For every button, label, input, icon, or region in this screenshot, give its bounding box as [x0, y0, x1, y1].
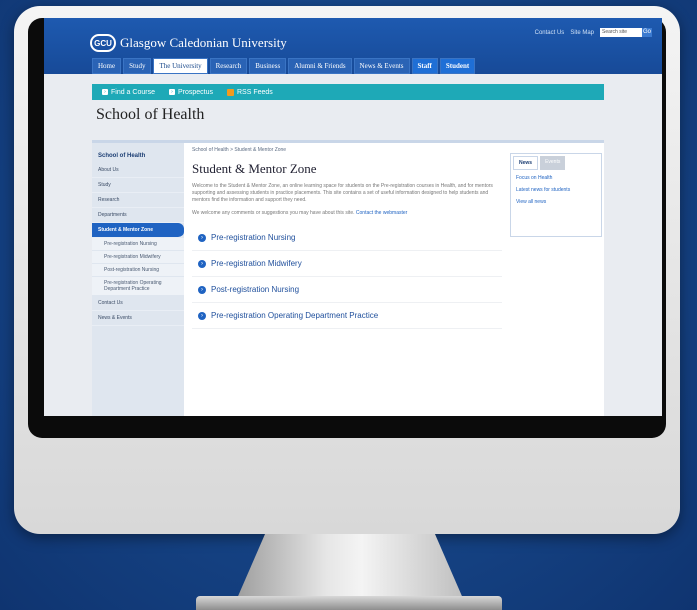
news-item[interactable]: View all news — [511, 196, 601, 208]
nav-home[interactable]: Home — [92, 58, 122, 74]
zone-label: Pre-registration Midwifery — [211, 259, 302, 268]
sidebar-subitem-nursing[interactable]: Pre-registration Nursing — [92, 238, 184, 251]
sidebar: School of Health About Us Study Research… — [92, 143, 184, 416]
sitemap-link[interactable]: Site Map — [570, 30, 594, 36]
sidebar-item-departments[interactable]: Departments — [92, 208, 184, 223]
zone-link-midwifery[interactable]: › Pre-registration Midwifery — [192, 251, 502, 277]
tab-events[interactable]: Events — [540, 156, 566, 170]
search-input[interactable]: Search site — [600, 28, 642, 37]
zone-link-post-reg[interactable]: › Post-registration Nursing — [192, 277, 502, 303]
sidebar-subitem-post-reg[interactable]: Post-registration Nursing — [92, 264, 184, 277]
main-nav: Home Study The University Research Busin… — [92, 58, 476, 74]
rss-label: RSS Feeds — [237, 88, 273, 96]
main-content: School of Health > Student & Mentor Zone… — [192, 147, 502, 329]
page-title: School of Health — [96, 106, 205, 123]
find-course-link[interactable]: › Find a Course — [102, 89, 155, 96]
nav-news-events[interactable]: News & Events — [353, 58, 410, 74]
search-button[interactable]: Go — [642, 28, 652, 37]
contact-paragraph: We welcome any comments or suggestions y… — [192, 210, 502, 217]
content-heading: Student & Mentor Zone — [192, 161, 317, 176]
arrow-icon: › — [168, 89, 175, 95]
breadcrumb[interactable]: School of Health > Student & Mentor Zone — [192, 147, 502, 153]
rss-link[interactable]: RSS Feeds — [227, 88, 273, 96]
site-name: Glasgow Caledonian University — [120, 35, 287, 50]
news-item[interactable]: Latest news for students — [511, 184, 601, 196]
contact-text: We welcome any comments or suggestions y… — [192, 210, 355, 216]
arrow-circle-icon: › — [198, 311, 206, 320]
zone-label: Pre-registration Operating Department Pr… — [211, 311, 379, 320]
content-area: School of Health About Us Study Research… — [92, 140, 604, 416]
zone-label: Pre-registration Nursing — [211, 233, 296, 242]
find-course-label: Find a Course — [111, 88, 155, 96]
nav-the-university[interactable]: The University — [153, 58, 208, 74]
sidebar-item-study[interactable]: Study — [92, 178, 184, 193]
browser-screen: GCU Glasgow Caledonian University Contac… — [44, 18, 662, 416]
site-logo[interactable]: GCU Glasgow Caledonian University — [90, 34, 287, 52]
prospectus-label: Prospectus — [177, 88, 213, 96]
sidebar-subitem-odp[interactable]: Pre-registration Operating Department Pr… — [92, 277, 184, 296]
news-item[interactable]: Focus on Health — [511, 172, 601, 184]
tab-news[interactable]: News — [513, 156, 539, 170]
arrow-icon: › — [102, 89, 108, 95]
sidebar-item-about[interactable]: About Us — [92, 163, 184, 178]
nav-alumni[interactable]: Alumni & Friends — [288, 58, 352, 74]
news-tabs: News Events — [511, 154, 601, 172]
arrow-circle-icon: › — [198, 233, 206, 242]
nav-study[interactable]: Study — [123, 58, 152, 74]
sidebar-heading[interactable]: School of Health — [92, 149, 184, 163]
rss-icon — [227, 88, 234, 96]
news-widget: News Events Focus on Health Latest news … — [510, 153, 602, 237]
site-search: Search site Go — [600, 28, 652, 37]
nav-staff[interactable]: Staff — [411, 58, 438, 74]
gcu-logo-icon: GCU — [90, 34, 116, 52]
prospectus-link[interactable]: › Prospectus — [168, 88, 213, 96]
sidebar-item-news[interactable]: News & Events — [92, 311, 184, 326]
zone-link-odp[interactable]: › Pre-registration Operating Department … — [192, 303, 502, 329]
sidebar-subitem-midwifery[interactable]: Pre-registration Midwifery — [92, 251, 184, 264]
arrow-circle-icon: › — [198, 285, 206, 294]
quicklinks-bar: › Find a Course › Prospectus RSS Feeds — [92, 84, 604, 100]
zone-list: › Pre-registration Nursing › Pre-registr… — [192, 225, 502, 329]
sidebar-item-student-mentor-zone[interactable]: Student & Mentor Zone — [92, 223, 184, 238]
utility-links: Contact Us Site Map — [535, 30, 594, 36]
monitor-base — [196, 596, 502, 610]
contact-link[interactable]: Contact Us — [535, 30, 565, 36]
zone-label: Post-registration Nursing — [211, 285, 300, 294]
arrow-circle-icon: › — [198, 259, 206, 268]
nav-student[interactable]: Student — [439, 58, 476, 74]
sidebar-item-contact[interactable]: Contact Us — [92, 296, 184, 311]
webmaster-link[interactable]: Contact the webmaster — [356, 210, 407, 216]
zone-link-nursing[interactable]: › Pre-registration Nursing — [192, 225, 502, 251]
sidebar-item-research[interactable]: Research — [92, 193, 184, 208]
nav-research[interactable]: Research — [209, 58, 248, 74]
intro-paragraph: Welcome to the Student & Mentor Zone, an… — [192, 183, 493, 203]
nav-business[interactable]: Business — [249, 58, 287, 74]
